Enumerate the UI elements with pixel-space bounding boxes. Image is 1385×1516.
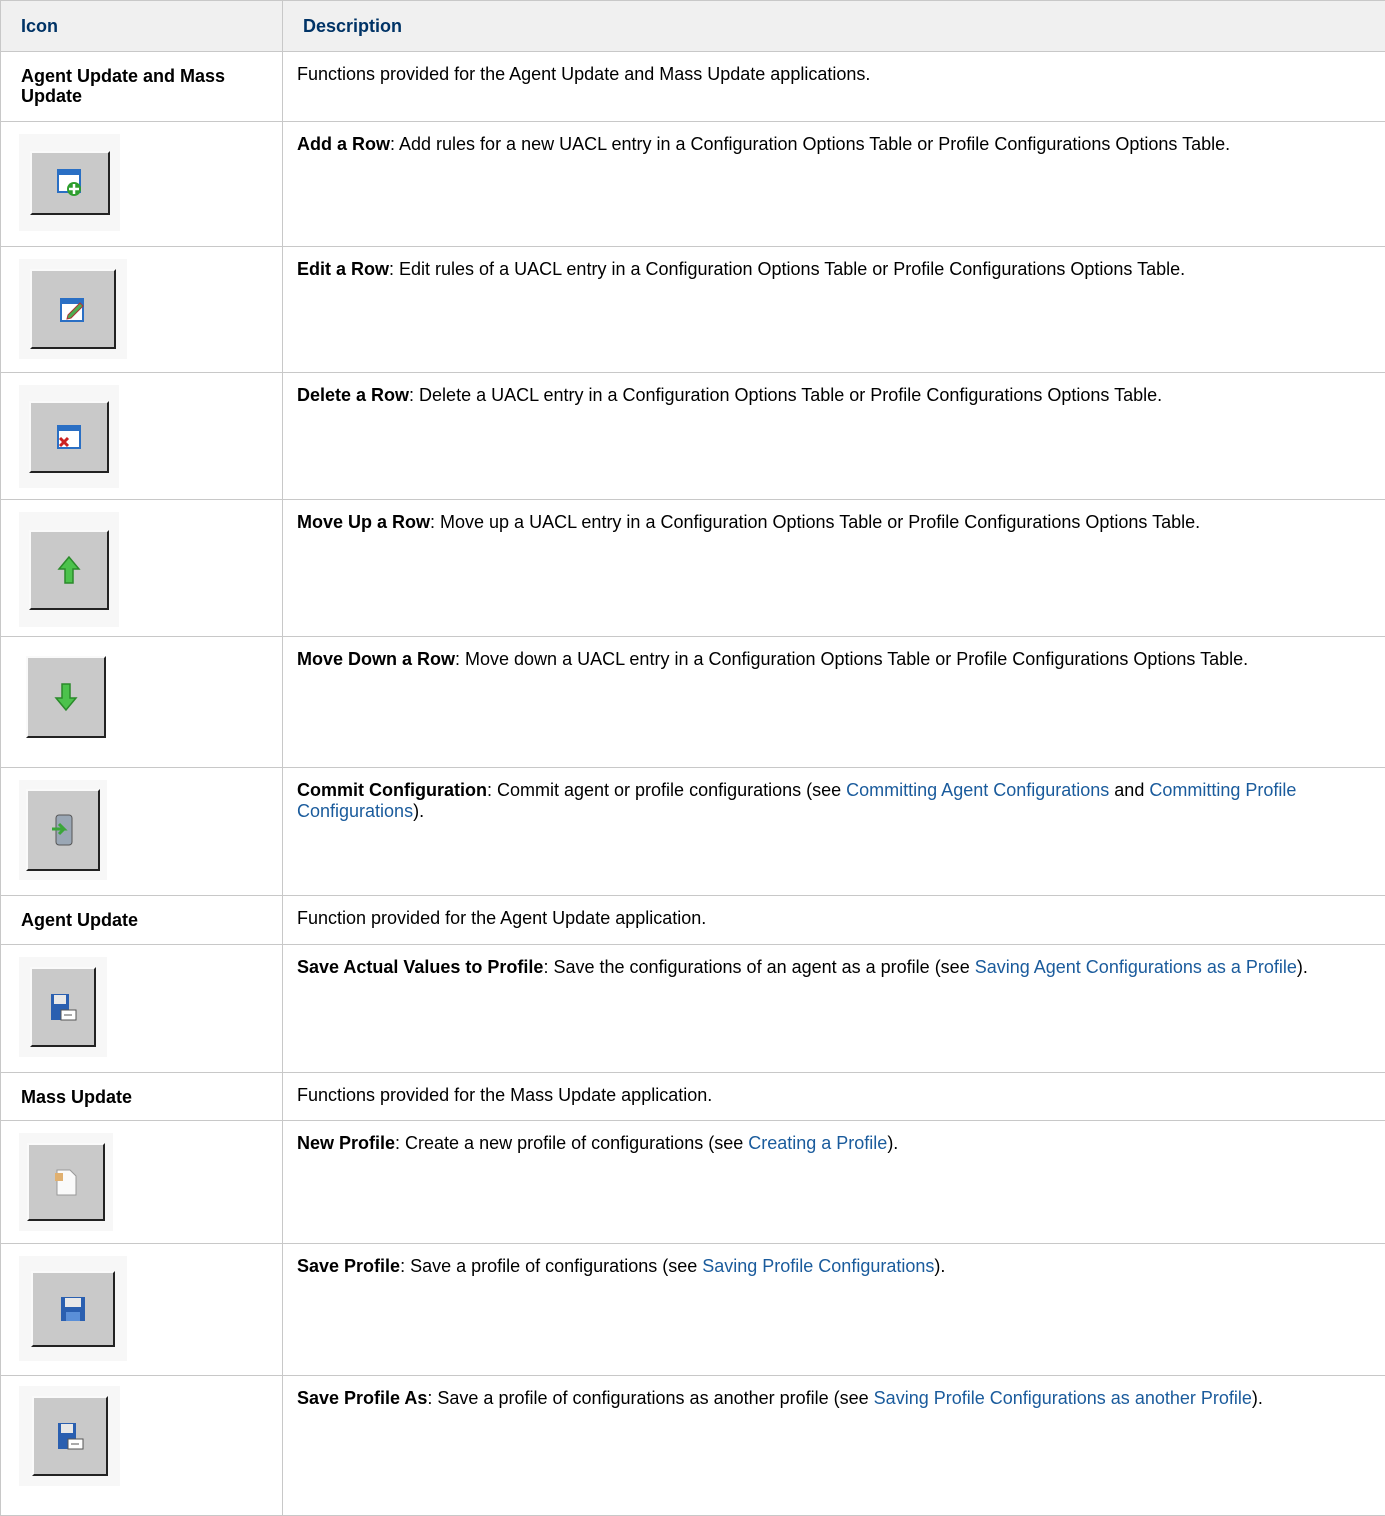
section-row-agent: Agent Update Function provided for the A… bbox=[1, 896, 1385, 945]
saving-profile-configurations-link[interactable]: Saving Profile Configurations bbox=[702, 1256, 934, 1276]
row-title: New Profile bbox=[297, 1133, 395, 1153]
edit-row-icon bbox=[19, 259, 127, 359]
row-text: : Edit rules of a UACL entry in a Config… bbox=[389, 259, 1185, 279]
description-column-header: Description bbox=[283, 1, 1385, 52]
icon-column-header: Icon bbox=[1, 1, 283, 52]
row-title: Commit Configuration bbox=[297, 780, 487, 800]
row-title: Save Actual Values to Profile bbox=[297, 957, 543, 977]
table-row: Move Up a Row: Move up a UACL entry in a… bbox=[1, 500, 1385, 637]
row-text: : Add rules for a new UACL entry in a Co… bbox=[390, 134, 1230, 154]
row-text: : Save a profile of configurations (see bbox=[400, 1256, 702, 1276]
table-row: Move Down a Row: Move down a UACL entry … bbox=[1, 637, 1385, 768]
row-title: Delete a Row bbox=[297, 385, 409, 405]
row-title: Edit a Row bbox=[297, 259, 389, 279]
table-row: Save Profile: Save a profile of configur… bbox=[1, 1244, 1385, 1376]
move-up-icon bbox=[19, 512, 119, 627]
row-text: : Save the configurations of an agent as… bbox=[543, 957, 974, 977]
add-row-icon bbox=[19, 134, 120, 231]
section-desc-both: Functions provided for the Agent Update … bbox=[283, 52, 1385, 122]
committing-agent-configurations-link[interactable]: Committing Agent Configurations bbox=[846, 780, 1109, 800]
section-row-mass: Mass Update Functions provided for the M… bbox=[1, 1073, 1385, 1121]
row-text-end: ). bbox=[934, 1256, 945, 1276]
row-text: : Delete a UACL entry in a Configuration… bbox=[409, 385, 1162, 405]
saving-profile-configurations-as-another-link[interactable]: Saving Profile Configurations as another… bbox=[874, 1388, 1252, 1408]
row-title: Add a Row bbox=[297, 134, 390, 154]
move-down-icon bbox=[19, 651, 113, 743]
row-text: : Save a profile of configurations as an… bbox=[427, 1388, 873, 1408]
row-text-end: ). bbox=[1252, 1388, 1263, 1408]
section-label-both: Agent Update and Mass Update bbox=[1, 52, 283, 122]
row-title: Move Down a Row bbox=[297, 649, 455, 669]
table-row: New Profile: Create a new profile of con… bbox=[1, 1121, 1385, 1244]
table-row: Save Profile As: Save a profile of confi… bbox=[1, 1376, 1385, 1516]
table-row: Save Actual Values to Profile: Save the … bbox=[1, 945, 1385, 1073]
row-text-end: ). bbox=[413, 801, 424, 821]
table-row: Commit Configuration: Commit agent or pr… bbox=[1, 768, 1385, 896]
icon-table: Icon Description Agent Update and Mass U… bbox=[0, 0, 1385, 1516]
section-label-agent: Agent Update bbox=[1, 896, 283, 945]
row-text-mid: and bbox=[1109, 780, 1149, 800]
new-profile-icon bbox=[19, 1133, 113, 1231]
section-desc-agent: Function provided for the Agent Update a… bbox=[283, 896, 1385, 945]
saving-agent-configurations-link[interactable]: Saving Agent Configurations as a Profile bbox=[975, 957, 1297, 977]
creating-a-profile-link[interactable]: Creating a Profile bbox=[748, 1133, 887, 1153]
row-text-end: ). bbox=[887, 1133, 898, 1153]
row-text: : Commit agent or profile configurations… bbox=[487, 780, 846, 800]
delete-row-icon bbox=[19, 385, 119, 488]
save-actual-icon bbox=[19, 957, 107, 1057]
section-label-mass: Mass Update bbox=[1, 1073, 283, 1121]
table-row: Delete a Row: Delete a UACL entry in a C… bbox=[1, 373, 1385, 500]
section-desc-mass: Functions provided for the Mass Update a… bbox=[283, 1073, 1385, 1121]
row-text: : Move down a UACL entry in a Configurat… bbox=[455, 649, 1248, 669]
row-title: Move Up a Row bbox=[297, 512, 430, 532]
row-text-end: ). bbox=[1297, 957, 1308, 977]
save-profile-icon bbox=[19, 1256, 127, 1361]
row-title: Save Profile bbox=[297, 1256, 400, 1276]
commit-icon bbox=[19, 780, 107, 880]
table-header-row: Icon Description bbox=[1, 1, 1385, 52]
row-text: : Create a new profile of configurations… bbox=[395, 1133, 748, 1153]
table-row: Add a Row: Add rules for a new UACL entr… bbox=[1, 122, 1385, 247]
row-title: Save Profile As bbox=[297, 1388, 427, 1408]
table-row: Edit a Row: Edit rules of a UACL entry i… bbox=[1, 247, 1385, 373]
row-text: : Move up a UACL entry in a Configuratio… bbox=[430, 512, 1200, 532]
section-row-both: Agent Update and Mass Update Functions p… bbox=[1, 52, 1385, 122]
save-profile-as-icon bbox=[19, 1386, 120, 1486]
